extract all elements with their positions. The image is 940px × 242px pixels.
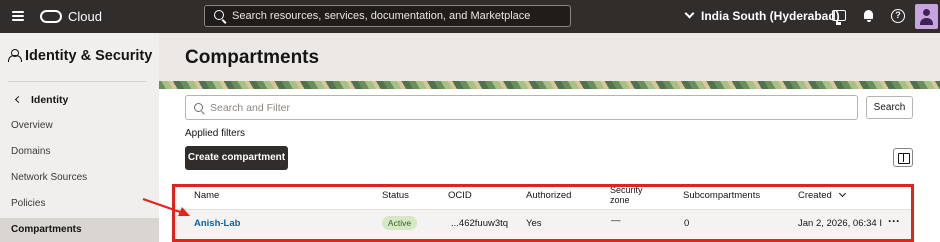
hamburger-icon[interactable] — [12, 11, 24, 21]
search-filter-input[interactable]: Search and Filter — [185, 95, 858, 120]
chevron-down-icon — [684, 8, 695, 19]
sidebar-header: Identity & Security — [8, 47, 152, 65]
search-icon — [214, 10, 224, 20]
search-filter-placeholder: Search and Filter — [210, 102, 290, 114]
sidebar-back-link[interactable]: Identity — [14, 94, 69, 106]
global-search-input[interactable]: Search resources, services, documentatio… — [204, 5, 571, 27]
page-title: Compartments — [185, 47, 320, 68]
page-header: Compartments — [159, 33, 940, 81]
sidebar-divider — [8, 81, 146, 82]
search-icon — [194, 103, 203, 112]
top-bar: Cloud Search resources, services, docume… — [0, 0, 940, 33]
sidebar-item-overview[interactable]: Overview — [0, 114, 159, 138]
header-pattern — [159, 81, 940, 89]
highlight-box — [172, 184, 914, 242]
sidebar-item-policies[interactable]: Policies — [0, 192, 159, 216]
region-selector[interactable]: India South (Hyderabad) — [684, 8, 840, 23]
sidebar-item-network-sources[interactable]: Network Sources — [0, 166, 159, 190]
global-search-placeholder: Search resources, services, documentatio… — [232, 10, 531, 22]
sidebar-item-domains[interactable]: Domains — [0, 140, 159, 164]
bell-icon[interactable] — [862, 9, 876, 23]
help-icon[interactable]: ? — [891, 9, 905, 23]
user-icon[interactable] — [915, 4, 938, 29]
chevron-left-icon — [14, 95, 23, 104]
sidebar: Identity & Security Identity Overview Do… — [0, 33, 159, 242]
columns-icon[interactable] — [893, 148, 913, 167]
console-icon[interactable] — [832, 10, 846, 25]
brand-label[interactable]: Cloud — [68, 9, 102, 24]
sidebar-back-label: Identity — [31, 94, 69, 106]
sidebar-title: Identity & Security — [25, 48, 153, 64]
search-button[interactable]: Search — [866, 96, 913, 119]
identity-icon — [8, 49, 22, 62]
create-compartment-button[interactable]: Create compartment — [185, 146, 288, 170]
sidebar-item-compartments[interactable]: Compartments — [0, 218, 159, 242]
region-label: India South (Hyderabad) — [701, 9, 840, 23]
applied-filters-label: Applied filters — [185, 128, 246, 139]
oracle-logo-icon[interactable] — [40, 10, 62, 23]
